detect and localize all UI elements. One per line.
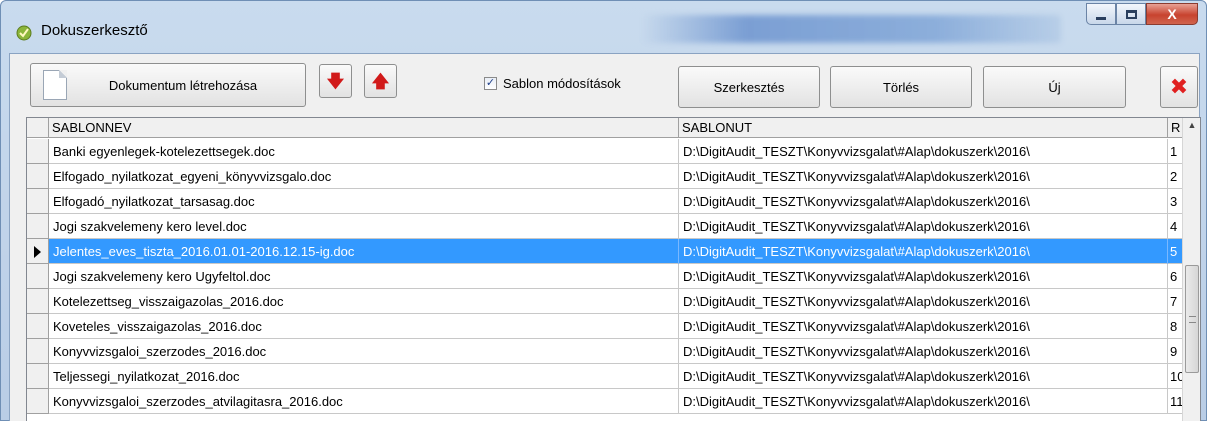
scrollbar-thumb[interactable] [1185,265,1199,373]
cell-sablonut[interactable]: D:\DigitAudit_TESZT\Konyvvizsgalat\#Alap… [679,264,1168,289]
cell-sablonut[interactable]: D:\DigitAudit_TESZT\Konyvvizsgalat\#Alap… [679,189,1168,214]
table-row[interactable]: Jogi szakvelemeny kero Ugyfeltol.doc D:\D… [27,264,1182,289]
cell-r[interactable]: 10 [1168,364,1182,389]
row-indicator[interactable] [27,264,49,289]
scrollbar-grip-icon [1189,316,1196,323]
cell-sablonut[interactable]: D:\DigitAudit_TESZT\Konyvvizsgalat\#Alap… [679,214,1168,239]
table-row[interactable]: Jelentes_eves_tiszta_2016.01.01-2016.12.… [27,239,1182,264]
cell-r[interactable]: 6 [1168,264,1182,289]
arrow-down-icon: 🡇 [326,71,345,91]
new-button[interactable]: Új [983,66,1126,108]
cell-r[interactable]: 5 [1168,239,1182,264]
cell-sablonnev[interactable]: Kotelezettseg_visszaigazolas_2016.doc [49,289,679,314]
table-row[interactable]: Teljessegi_nyilatkozat_2016.doc D:\DigitA… [27,364,1182,389]
cell-sablonut[interactable]: D:\DigitAudit_TESZT\Konyvvizsgalat\#Alap… [679,239,1168,264]
column-header-sablonut[interactable]: SABLONUT [679,118,1168,138]
cell-r[interactable]: 2 [1168,164,1182,189]
table-row[interactable]: Konyvvizsgaloi_szerzodes_atvilagitasra_2… [27,389,1182,414]
row-indicator[interactable] [27,214,49,239]
table-row[interactable]: Elfogado_nyilatkozat_egyeni_könyvvizsgal… [27,164,1182,189]
maximize-button[interactable] [1116,3,1146,25]
grid-header: SABLONNEV SABLONUT R [27,118,1182,138]
template-changes-label: Sablon módosítások [503,76,621,91]
cell-sablonnev[interactable]: Jogi szakvelemeny kero Ugyfeltol.doc [49,264,679,289]
cell-sablonnev[interactable]: Koveteles_visszaigazolas_2016.doc [49,314,679,339]
minimize-button[interactable] [1086,3,1116,25]
cell-sablonut[interactable]: D:\DigitAudit_TESZT\Konyvvizsgalat\#Alap… [679,364,1168,389]
cell-sablonnev[interactable]: Elfogadó_nyilatkozat_tarsasag.doc [49,189,679,214]
close-x-icon: ✖ [1169,74,1189,99]
cell-sablonut[interactable]: D:\DigitAudit_TESZT\Konyvvizsgalat\#Alap… [679,339,1168,364]
close-form-button[interactable]: ✖ [1160,66,1198,108]
cell-sablonnev[interactable]: Teljessegi_nyilatkozat_2016.doc [49,364,679,389]
create-document-button[interactable]: Dokumentum létrehozása [30,63,306,107]
cell-r[interactable]: 8 [1168,314,1182,339]
table-row[interactable]: Banki egyenlegek-kotelezettsegek.doc D:\D… [27,139,1182,164]
move-down-button[interactable]: 🡇 [319,64,352,98]
cell-r[interactable]: 3 [1168,189,1182,214]
cell-sablonnev[interactable]: Konyvvizsgaloi_szerzodes_2016.doc [49,339,679,364]
app-window: Dokuszerkesztő X Dokumentum létrehozása … [0,0,1207,421]
client-area: Dokumentum létrehozása 🡇 🡅 ✓ Sablon módo… [9,53,1201,421]
column-header-r[interactable]: R [1168,118,1182,138]
row-indicator[interactable] [27,364,49,389]
cell-sablonut[interactable]: D:\DigitAudit_TESZT\Konyvvizsgalat\#Alap… [679,139,1168,164]
close-icon: X [1167,6,1177,22]
edit-label: Szerkesztés [713,79,785,95]
minimize-icon [1096,16,1106,20]
cell-sablonnev[interactable]: Jogi szakvelemeny kero level.doc [49,214,679,239]
table-row[interactable]: Jogi szakvelemeny kero level.doc D:\Digit… [27,214,1182,239]
vertical-scrollbar[interactable]: ▲ [1182,118,1200,421]
title-bar[interactable]: Dokuszerkesztő X [1,1,1206,53]
header-indicator [27,118,49,138]
move-up-button[interactable]: 🡅 [364,64,397,98]
arrow-up-icon: 🡅 [371,71,390,91]
table-row[interactable]: Elfogadó_nyilatkozat_tarsasag.doc D:\Digi… [27,189,1182,214]
row-indicator[interactable] [27,164,49,189]
cell-sablonnev[interactable]: Jelentes_eves_tiszta_2016.01.01-2016.12.… [49,239,679,264]
row-indicator[interactable] [27,289,49,314]
cell-r[interactable]: 4 [1168,214,1182,239]
create-document-label: Dokumentum létrehozása [108,77,258,93]
cell-r[interactable]: 9 [1168,339,1182,364]
cell-r[interactable]: 1 [1168,139,1182,164]
current-row-arrow-icon [34,246,41,258]
cell-r[interactable]: 11 [1168,389,1182,414]
row-indicator[interactable] [27,314,49,339]
table-row[interactable]: Konyvvizsgaloi_szerzodes_2016.doc D:\Digi… [27,339,1182,364]
cell-sablonnev[interactable]: Konyvvizsgaloi_szerzodes_atvilagitasra_2… [49,389,679,414]
table-row[interactable]: Koveteles_visszaigazolas_2016.doc D:\Digi… [27,314,1182,339]
cell-sablonnev[interactable]: Elfogado_nyilatkozat_egyeni_könyvvizsgal… [49,164,679,189]
template-changes-checkbox[interactable]: ✓ [484,77,497,90]
cell-sablonnev[interactable]: Banki egyenlegek-kotelezettsegek.doc [49,139,679,164]
row-indicator[interactable] [27,239,49,264]
row-indicator[interactable] [27,139,49,164]
maximize-icon [1125,9,1137,19]
template-changes-toggle[interactable]: ✓ Sablon módosítások [484,76,621,91]
cell-sablonut[interactable]: D:\DigitAudit_TESZT\Konyvvizsgalat\#Alap… [679,164,1168,189]
window-title: Dokuszerkesztő [41,22,148,39]
row-indicator[interactable] [27,339,49,364]
scroll-up-icon[interactable]: ▲ [1183,120,1200,136]
row-indicator[interactable] [27,389,49,414]
cell-sablonut[interactable]: D:\DigitAudit_TESZT\Konyvvizsgalat\#Alap… [679,389,1168,414]
table-row[interactable]: Kotelezettseg_visszaigazolas_2016.doc D:\… [27,289,1182,314]
cell-r[interactable]: 7 [1168,289,1182,314]
cell-sablonut[interactable]: D:\DigitAudit_TESZT\Konyvvizsgalat\#Alap… [679,289,1168,314]
delete-button[interactable]: Törlés [830,66,972,108]
new-label: Új [1048,79,1061,95]
document-icon [43,70,67,100]
blurred-background-area [641,15,1061,43]
delete-label: Törlés [882,79,920,95]
templates-grid: SABLONNEV SABLONUT R Banki egyenlegek-ko… [26,117,1201,421]
window-controls: X [1086,3,1198,29]
app-icon [16,25,32,41]
column-header-sablonnev[interactable]: SABLONNEV [49,118,679,138]
edit-button[interactable]: Szerkesztés [678,66,820,108]
cell-sablonut[interactable]: D:\DigitAudit_TESZT\Konyvvizsgalat\#Alap… [679,314,1168,339]
row-indicator[interactable] [27,189,49,214]
close-window-button[interactable]: X [1146,3,1198,25]
